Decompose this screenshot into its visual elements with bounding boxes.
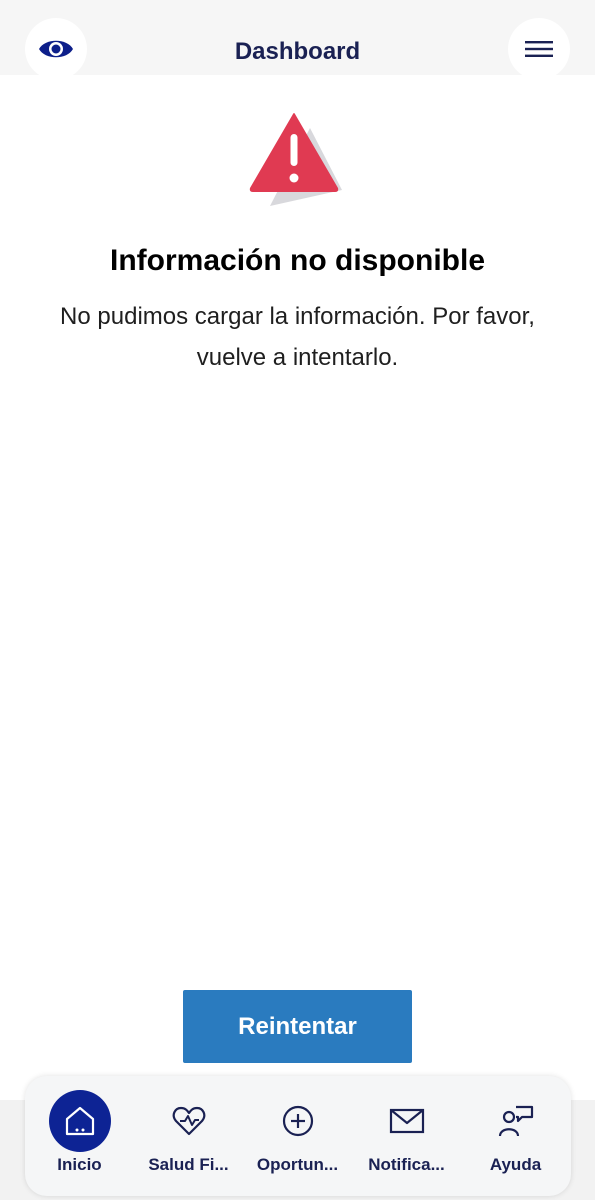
top-header: Dashboard (0, 0, 595, 80)
nav-label: Salud Fi... (148, 1155, 229, 1174)
retry-button[interactable]: Reintentar (183, 990, 412, 1063)
heart-pulse-icon (172, 1106, 205, 1136)
warning-illustration (244, 108, 354, 208)
nav-label: Ayuda (489, 1155, 542, 1174)
nav-item-salud-financiera[interactable]: Salud Fi... (134, 1076, 243, 1196)
nav-item-inicio[interactable]: Inicio (25, 1076, 134, 1196)
nav-item-ayuda[interactable]: Ayuda (461, 1076, 570, 1196)
nav-icon-circle (158, 1090, 220, 1152)
nav-label: Inicio (57, 1155, 102, 1174)
nav-icon-circle (376, 1090, 438, 1152)
warning-triangle-icon (249, 113, 342, 206)
menu-button[interactable] (508, 18, 570, 80)
envelope-icon (389, 1108, 424, 1134)
home-icon (65, 1106, 94, 1136)
nav-label: Oportun... (256, 1155, 339, 1174)
nav-item-oportunidades[interactable]: Oportun... (243, 1076, 352, 1196)
error-title: Información no disponible (110, 244, 485, 277)
nav-icon-circle (267, 1090, 329, 1152)
nav-icon-circle (485, 1090, 547, 1152)
screen: Dashboard Información no disponible No p… (0, 0, 595, 1200)
error-message: No pudimos cargar la información. Por fa… (60, 303, 535, 371)
nav-icon-circle (48, 1090, 111, 1152)
bottom-navigation: Inicio Salud Fi... Oportun... Notifica..… (25, 1076, 571, 1196)
hamburger-menu-icon (525, 41, 553, 57)
plus-circle-icon (282, 1105, 313, 1137)
nav-label: Notifica... (368, 1155, 445, 1174)
nav-item-notificaciones[interactable]: Notifica... (352, 1076, 461, 1196)
page-title: Dashboard (234, 38, 361, 65)
support-chat-icon (498, 1105, 533, 1137)
